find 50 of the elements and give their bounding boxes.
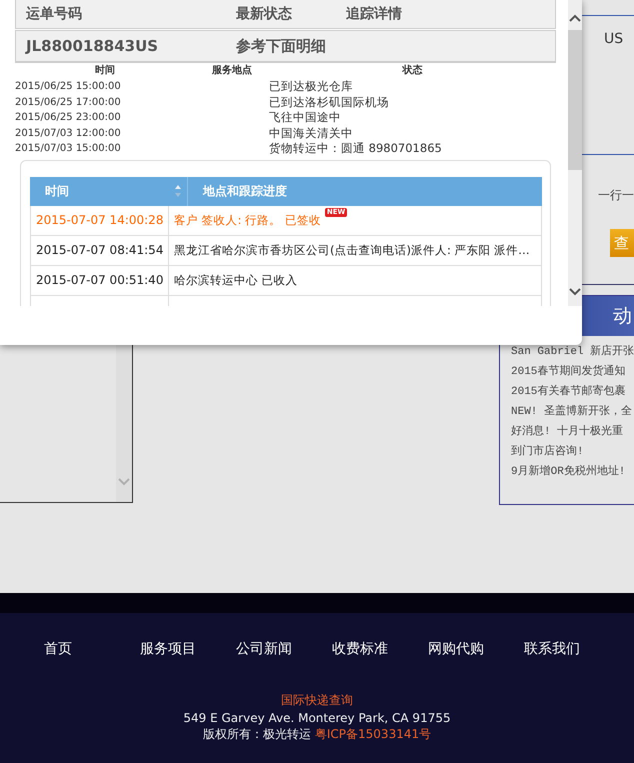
- news-link[interactable]: NEW! 圣盖博新开张，全: [500, 402, 634, 422]
- table-cell-text: 2015/06/25 15:00:00: [15, 80, 122, 94]
- table-cell: 哈尔滨转运中心 已收入: [174, 272, 298, 288]
- column-header: 地点和跟踪进度: [202, 182, 287, 200]
- news-link[interactable]: San Gabriel 新店开张: [500, 342, 634, 362]
- column-header: 服务地点: [210, 64, 253, 78]
- news-link[interactable]: 2015春节期间发货通知: [500, 362, 634, 382]
- nav-link[interactable]: 联系我们: [524, 640, 620, 658]
- column-header: 追踪详情: [346, 5, 402, 23]
- table-cell: 2015-07-07 14:00:28: [31, 206, 169, 234]
- table-cell-text: 2015/07/03 15:00:00: [15, 142, 122, 156]
- table-cell: 黑龙江省哈尔滨市香坊区公司(点击查询电话)派件人: 严东阳 派件…: [174, 242, 530, 258]
- table-cell-text: 2015/06/25 17:00:00: [15, 96, 122, 110]
- table-cell-text: 已到达洛杉矶国际机场: [269, 94, 390, 110]
- table-cell: 2015-07-07 00:51:40: [31, 266, 169, 294]
- table-cell-text: 飞往中国途中: [269, 110, 342, 126]
- news-link[interactable]: 好消息! 十月十极光重: [500, 422, 634, 442]
- table-cell-text: 货物转运中：圆通 8980701865: [269, 141, 443, 156]
- table-cell-text: 2015/06/25 23:00:00: [15, 111, 122, 125]
- nav-link[interactable]: 服务项目: [140, 640, 236, 658]
- chevron-down-icon[interactable]: [569, 288, 581, 296]
- sort-icon[interactable]: [174, 184, 182, 198]
- table-cell-text: 2015/07/03 12:00:00: [15, 126, 122, 140]
- nav-link[interactable]: 收费标准: [332, 640, 428, 658]
- footer-title-link[interactable]: 国际快递查询: [281, 692, 353, 709]
- banner-title: 动: [613, 304, 633, 329]
- column-header: 运单号码: [25, 5, 83, 23]
- icp-link[interactable]: 粤ICP备15033141号: [314, 726, 432, 743]
- nav-link[interactable]: 网购代购: [428, 640, 524, 658]
- table-cell-text: 已到达极光仓库: [269, 79, 354, 94]
- latest-status: 参考下面明细: [236, 36, 327, 56]
- nav-link[interactable]: 首页: [44, 640, 140, 658]
- news-link[interactable]: 到门市店咨询!: [500, 442, 634, 462]
- column-header: 最新状态: [236, 5, 293, 23]
- panel-text: 一行一: [598, 187, 634, 204]
- scrollbar[interactable]: [568, 0, 582, 306]
- nav-link[interactable]: 公司新闻: [236, 640, 332, 658]
- table-cell: 客户 签收人: 行路。 已签收: [174, 212, 321, 228]
- column-header: 时间: [94, 64, 116, 78]
- copyright-text: 版权所有：极光转运: [202, 726, 311, 743]
- tracking-number: JL880018843US: [24, 37, 160, 55]
- table-cell-text: 中国海关清关中: [269, 126, 354, 141]
- scrollbar-thumb[interactable]: [568, 30, 582, 170]
- address-text: 549 E Garvey Ave. Monterey Park, CA 91755: [183, 711, 451, 725]
- column-header: 状态: [401, 64, 424, 78]
- chevron-up-icon[interactable]: [569, 14, 581, 22]
- table-cell: 2015-07-07 08:41:54: [31, 236, 169, 264]
- news-link[interactable]: 9月新增OR免税州地址!: [500, 462, 634, 482]
- tracking-number-fragment: US: [604, 31, 624, 47]
- news-link[interactable]: 2015有关春节邮寄包裹: [500, 382, 634, 402]
